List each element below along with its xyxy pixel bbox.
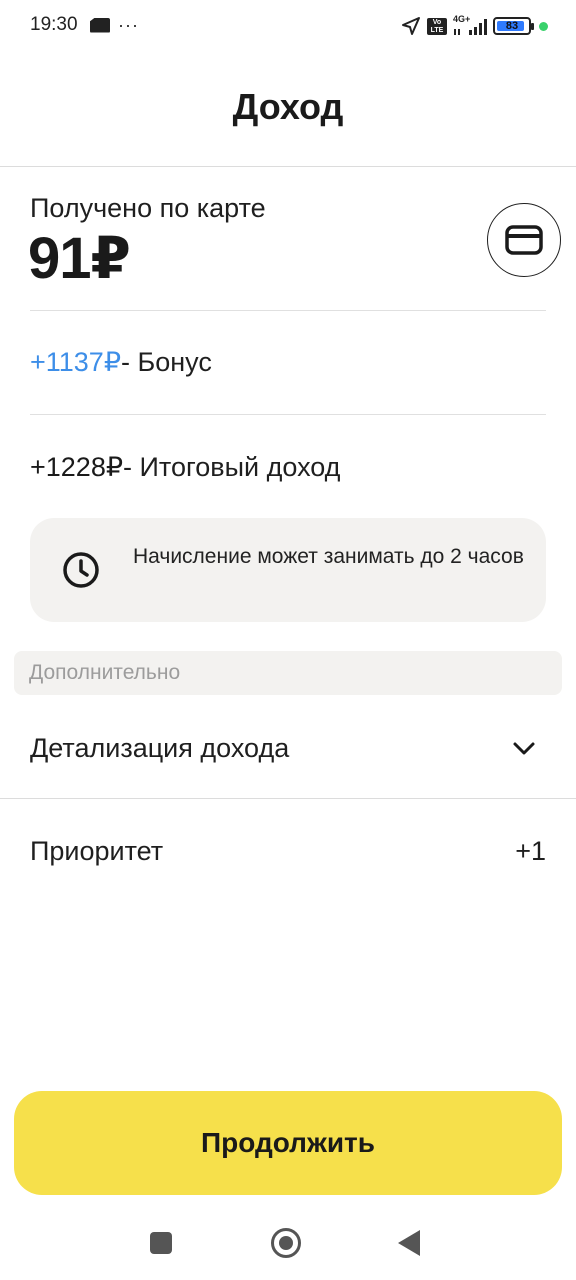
payment-card-button[interactable] — [487, 203, 561, 277]
chevron-down-icon — [513, 742, 535, 755]
status-left-icons: ··· — [90, 14, 139, 36]
status-right-icons: Vo LTE 4G+ 83 — [401, 14, 548, 38]
recent-apps-icon[interactable] — [150, 1232, 172, 1254]
page-title: Доход — [232, 86, 344, 127]
total-label: - Итоговый доход — [123, 452, 341, 482]
navigation-arrow-icon — [402, 17, 420, 35]
section-header-label: Дополнительно — [29, 661, 181, 684]
status-time: 19:30 — [30, 14, 78, 35]
divider — [30, 414, 546, 415]
notice-text: Начисление может занимать до 2 часов — [133, 545, 524, 568]
priority-label: Приоритет — [30, 836, 164, 866]
card-income-amount: 91₽ — [28, 226, 131, 291]
title-divider — [0, 166, 576, 167]
accrual-notice: Начисление может занимать до 2 часов — [30, 518, 546, 622]
bonus-label: - Бонус — [121, 347, 212, 377]
back-icon[interactable] — [398, 1230, 420, 1256]
system-nav-bar — [0, 1210, 576, 1280]
battery-icon: 83 — [493, 17, 534, 35]
credit-card-icon — [505, 225, 543, 255]
home-icon[interactable] — [271, 1228, 301, 1258]
total-amount: +1228₽ — [30, 452, 124, 482]
section-header-additional: Дополнительно — [14, 651, 562, 695]
sim-card-icon — [90, 17, 110, 33]
continue-button[interactable]: Продолжить — [14, 1091, 562, 1195]
divider — [0, 798, 576, 799]
card-income-label: Получено по карте — [30, 193, 266, 223]
signal-icon: 4G+ — [453, 14, 487, 36]
privacy-indicator-dot — [539, 21, 548, 31]
volte-icon: Vo LTE — [427, 17, 447, 35]
priority-value: +1 — [515, 836, 546, 866]
clock-icon — [63, 552, 99, 588]
bonus-row: +1137₽- Бонус — [30, 347, 212, 378]
bonus-amount: +1137₽ — [30, 347, 122, 377]
divider — [30, 310, 546, 311]
total-row: +1228₽- Итоговый доход — [30, 452, 340, 483]
priority-row: Приоритет +1 — [0, 810, 576, 890]
more-notifications-icon: ··· — [118, 15, 139, 35]
status-bar: 19:30 ··· Vo LTE 4G+ 83 — [0, 0, 576, 52]
income-details-row[interactable]: Детализация дохода — [0, 705, 576, 798]
income-details-label: Детализация дохода — [30, 733, 290, 763]
